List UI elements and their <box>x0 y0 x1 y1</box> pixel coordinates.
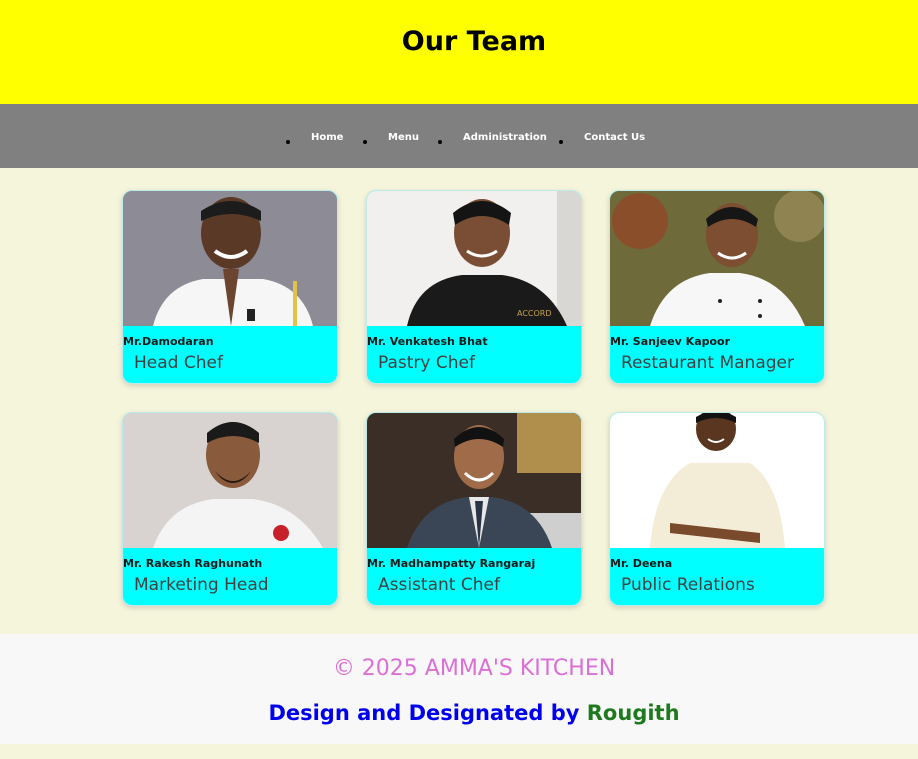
team-card: Mr. Madhampatty Rangaraj Assistant Chef <box>366 412 582 606</box>
credit-author: Rougith <box>586 701 680 725</box>
chef-photo <box>610 191 824 326</box>
team-card: Mr. Deena Public Relations <box>609 412 825 606</box>
chef-role: Public Relations <box>621 575 755 595</box>
team-card: Mr.Damodaran Head Chef <box>122 190 338 384</box>
team-card: Mr. Sanjeev Kapoor Restaurant Manager <box>609 190 825 384</box>
chef-role: Pastry Chef <box>378 353 475 373</box>
nav-item-home[interactable]: Home <box>286 128 344 148</box>
chef-photo <box>367 413 581 548</box>
chef-name: Mr. Madhampatty Rangaraj <box>367 557 536 570</box>
svg-text:ACCORD: ACCORD <box>517 309 552 318</box>
nav-item-administration[interactable]: Administration <box>438 128 547 148</box>
nav-bar: Home Menu Administration Contact Us <box>0 104 918 168</box>
chef-name: Mr. Rakesh Raghunath <box>123 557 263 570</box>
nav-label: Administration <box>463 132 547 143</box>
nav-bullet-icon <box>438 140 442 144</box>
nav-label: Home <box>311 132 344 143</box>
chef-role: Assistant Chef <box>378 575 500 595</box>
chef-role: Restaurant Manager <box>621 353 794 373</box>
team-card: Mr. Rakesh Raghunath Marketing Head <box>122 412 338 606</box>
chef-role: Marketing Head <box>134 575 269 595</box>
header: Our Team <box>0 0 918 104</box>
nav-label: Menu <box>388 132 419 143</box>
credit-prefix: Design and Designated by <box>268 701 580 725</box>
nav-item-contact-us[interactable]: Contact Us <box>559 128 646 148</box>
chef-name: Mr.Damodaran <box>123 335 214 348</box>
page-title: Our Team <box>401 26 547 57</box>
nav-bullet-icon <box>286 140 290 144</box>
copyright-text: © 2025 AMMA'S KITCHEN <box>332 656 616 681</box>
nav-bullet-icon <box>363 140 367 144</box>
team-card: ACCORD Mr. Venkatesh Bhat Pastry Chef <box>366 190 582 384</box>
nav-bullet-icon <box>559 140 563 144</box>
chef-photo <box>123 413 337 548</box>
chef-photo <box>123 191 337 326</box>
nav-item-menu[interactable]: Menu <box>363 128 419 148</box>
chef-name: Mr. Deena <box>610 557 673 570</box>
chef-photo <box>610 413 824 548</box>
credit-line: Design and Designated by Rougith <box>0 701 918 725</box>
chef-name: Mr. Venkatesh Bhat <box>367 335 488 348</box>
chef-photo: ACCORD <box>367 191 581 326</box>
footer: © 2025 AMMA'S KITCHEN Design and Designa… <box>0 634 918 744</box>
nav-label: Contact Us <box>584 132 646 143</box>
chef-role: Head Chef <box>134 353 223 373</box>
chef-name: Mr. Sanjeev Kapoor <box>610 335 731 348</box>
